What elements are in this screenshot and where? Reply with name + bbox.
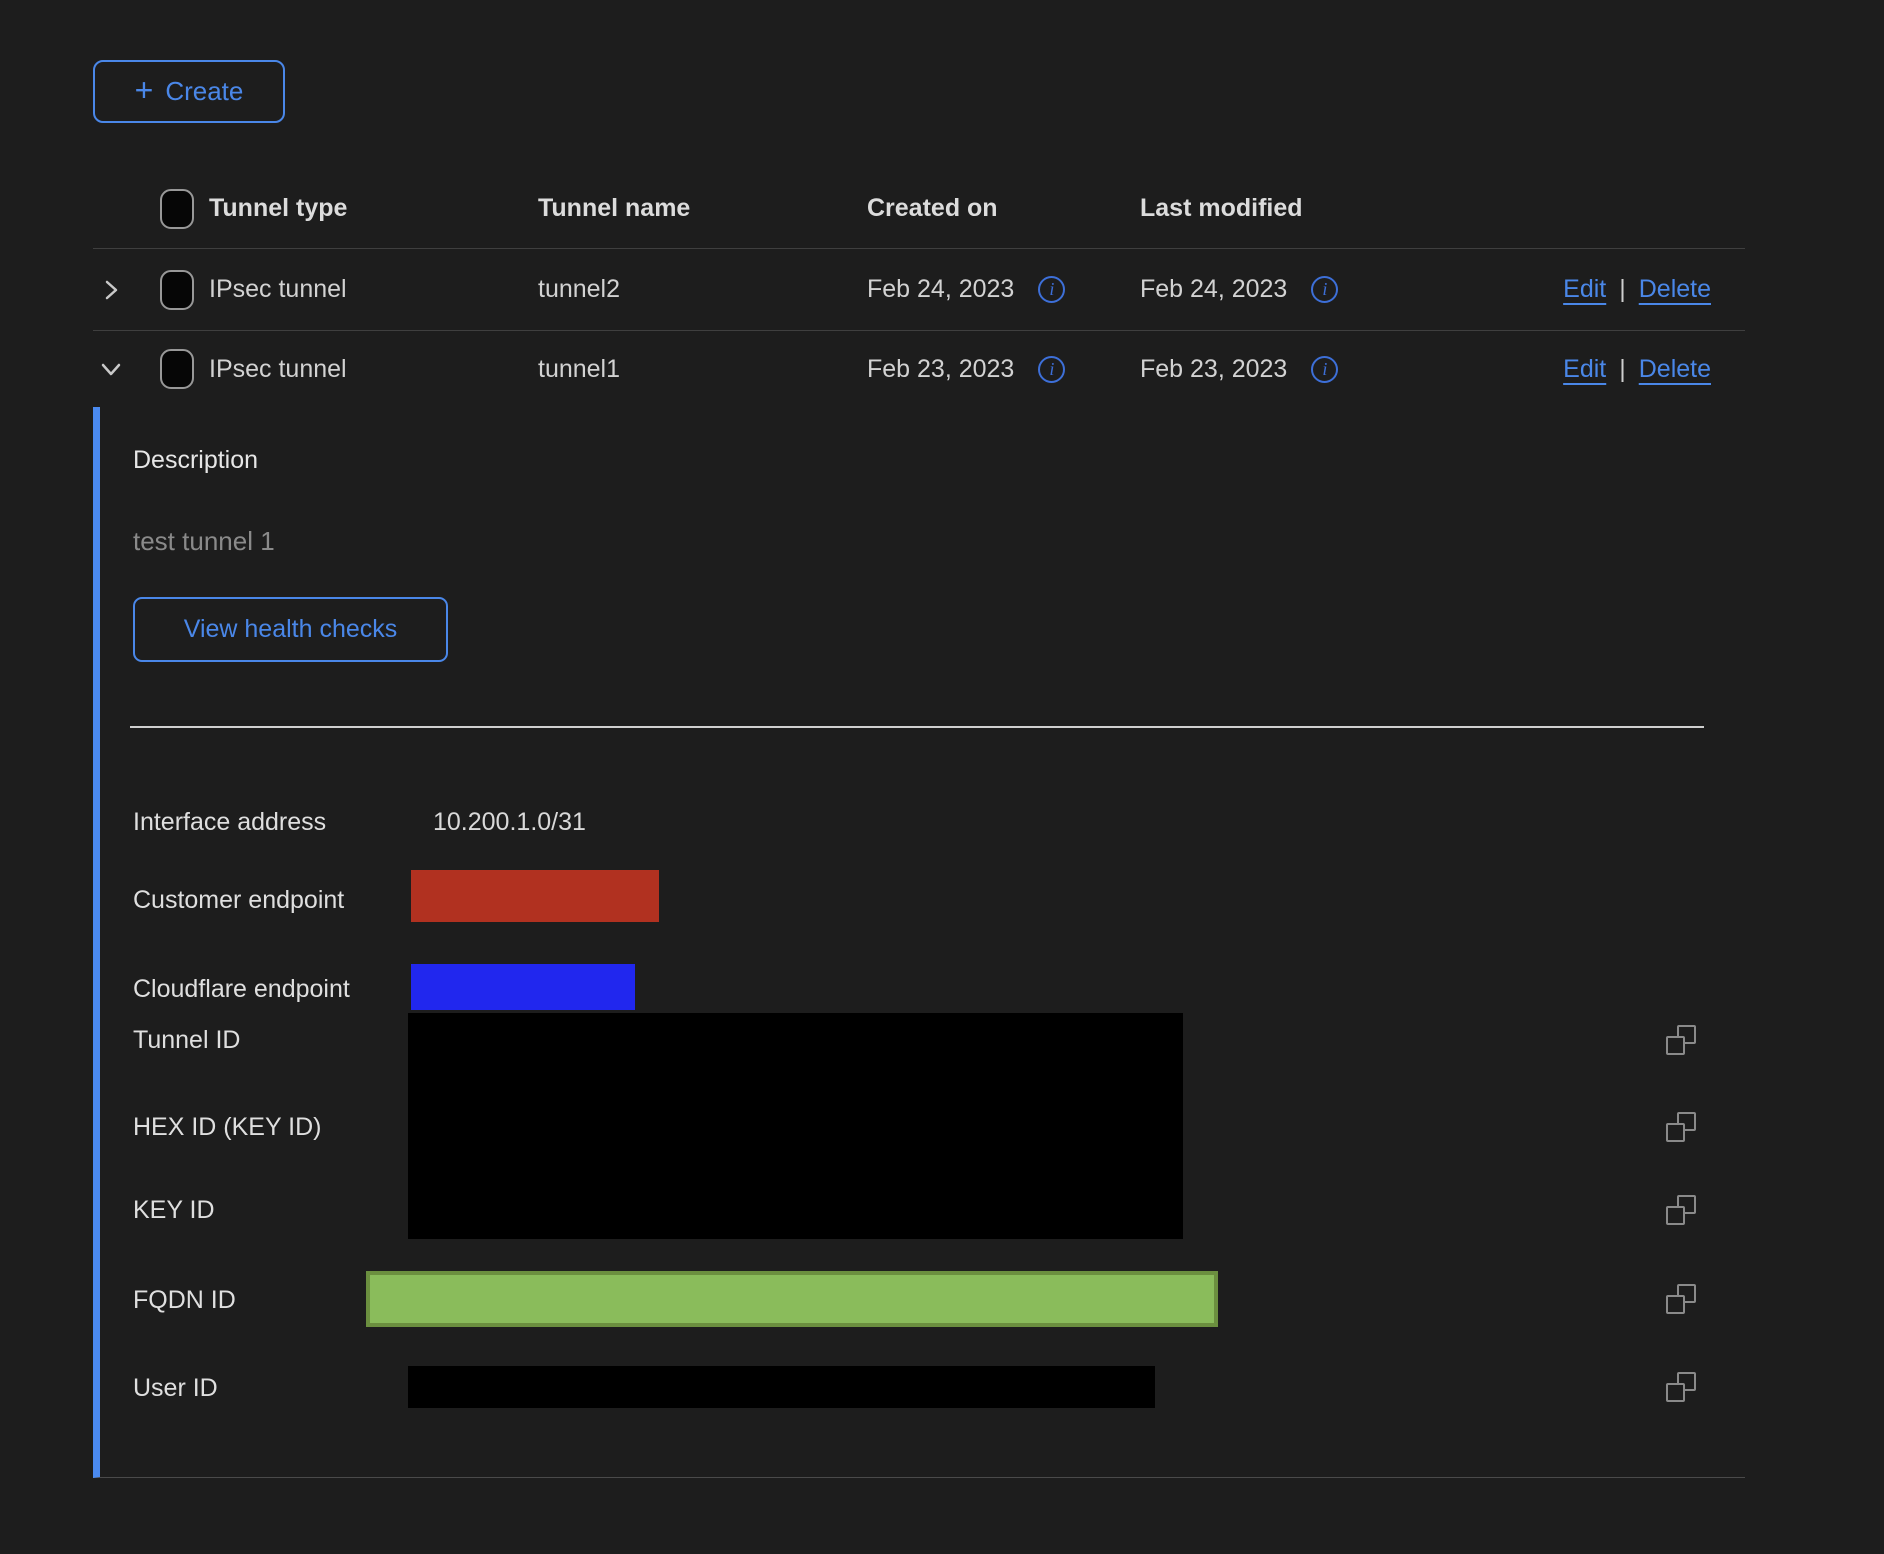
key-id-label: KEY ID (133, 1195, 215, 1225)
column-header-created-on: Created on (867, 194, 1140, 223)
row-checkbox[interactable] (160, 270, 194, 310)
section-divider (130, 726, 1704, 728)
customer-endpoint-label: Customer endpoint (133, 885, 344, 915)
column-header-tunnel-type: Tunnel type (209, 194, 538, 223)
tunnels-page: + Create Tunnel type Tunnel name Created… (0, 0, 1884, 1554)
table-row: IPsec tunnel tunnel2 Feb 24, 2023 Feb 24… (93, 248, 1745, 330)
create-button-label: Create (165, 76, 243, 107)
cloudflare-endpoint-redaction (411, 964, 635, 1010)
last-modified-value: Feb 23, 2023 (1140, 355, 1287, 384)
info-icon[interactable] (1038, 276, 1065, 303)
expand-row-button[interactable] (93, 278, 145, 302)
user-id-label: User ID (133, 1373, 218, 1403)
copy-icon[interactable] (1666, 1025, 1696, 1055)
copy-icon[interactable] (1666, 1195, 1696, 1225)
view-health-checks-button[interactable]: View health checks (133, 597, 448, 662)
copy-icon[interactable] (1666, 1372, 1696, 1402)
plus-icon: + (135, 74, 154, 106)
tunnel-type-cell: IPsec tunnel (209, 355, 538, 384)
info-icon[interactable] (1311, 276, 1338, 303)
fqdn-id-label: FQDN ID (133, 1285, 236, 1315)
created-on-value: Feb 24, 2023 (867, 275, 1014, 304)
delete-link[interactable]: Delete (1639, 355, 1711, 384)
tunnel-id-label: Tunnel ID (133, 1025, 240, 1055)
user-id-redaction (408, 1366, 1155, 1408)
info-icon[interactable] (1311, 356, 1338, 383)
table-header: Tunnel type Tunnel name Created on Last … (93, 169, 1745, 248)
tunnels-table: Tunnel type Tunnel name Created on Last … (93, 169, 1745, 1478)
description-value: test tunnel 1 (133, 526, 275, 557)
chevron-right-icon (99, 278, 123, 302)
created-on-value: Feb 23, 2023 (867, 355, 1014, 384)
interface-address-value: 10.200.1.0/31 (433, 807, 586, 837)
last-modified-value: Feb 24, 2023 (1140, 275, 1287, 304)
column-header-last-modified: Last modified (1140, 194, 1436, 223)
copy-icon[interactable] (1666, 1112, 1696, 1142)
cloudflare-endpoint-label: Cloudflare endpoint (133, 974, 350, 1004)
fqdn-id-redaction (366, 1271, 1218, 1327)
chevron-down-icon (99, 357, 123, 381)
tunnel-detail-panel: Description test tunnel 1 View health ch… (93, 407, 1745, 1478)
action-separator: | (1619, 355, 1626, 384)
copy-icon[interactable] (1666, 1284, 1696, 1314)
column-header-tunnel-name: Tunnel name (538, 194, 867, 223)
create-button[interactable]: + Create (93, 60, 285, 123)
edit-link[interactable]: Edit (1563, 355, 1606, 384)
tunnel-type-cell: IPsec tunnel (209, 275, 538, 304)
customer-endpoint-redaction (411, 870, 659, 922)
edit-link[interactable]: Edit (1563, 275, 1606, 304)
table-row-expanded: IPsec tunnel tunnel1 Feb 23, 2023 Feb 23… (93, 330, 1745, 407)
tunnel-name-cell: tunnel2 (538, 275, 867, 304)
collapse-row-button[interactable] (93, 357, 145, 381)
description-heading: Description (133, 445, 258, 475)
info-icon[interactable] (1038, 356, 1065, 383)
row-checkbox[interactable] (160, 349, 194, 389)
tunnel-id-redaction (408, 1013, 1183, 1239)
delete-link[interactable]: Delete (1639, 275, 1711, 304)
tunnel-name-cell: tunnel1 (538, 355, 867, 384)
select-all-checkbox[interactable] (160, 189, 194, 229)
action-separator: | (1619, 275, 1626, 304)
hex-id-label: HEX ID (KEY ID) (133, 1112, 321, 1142)
interface-address-label: Interface address (133, 807, 326, 837)
